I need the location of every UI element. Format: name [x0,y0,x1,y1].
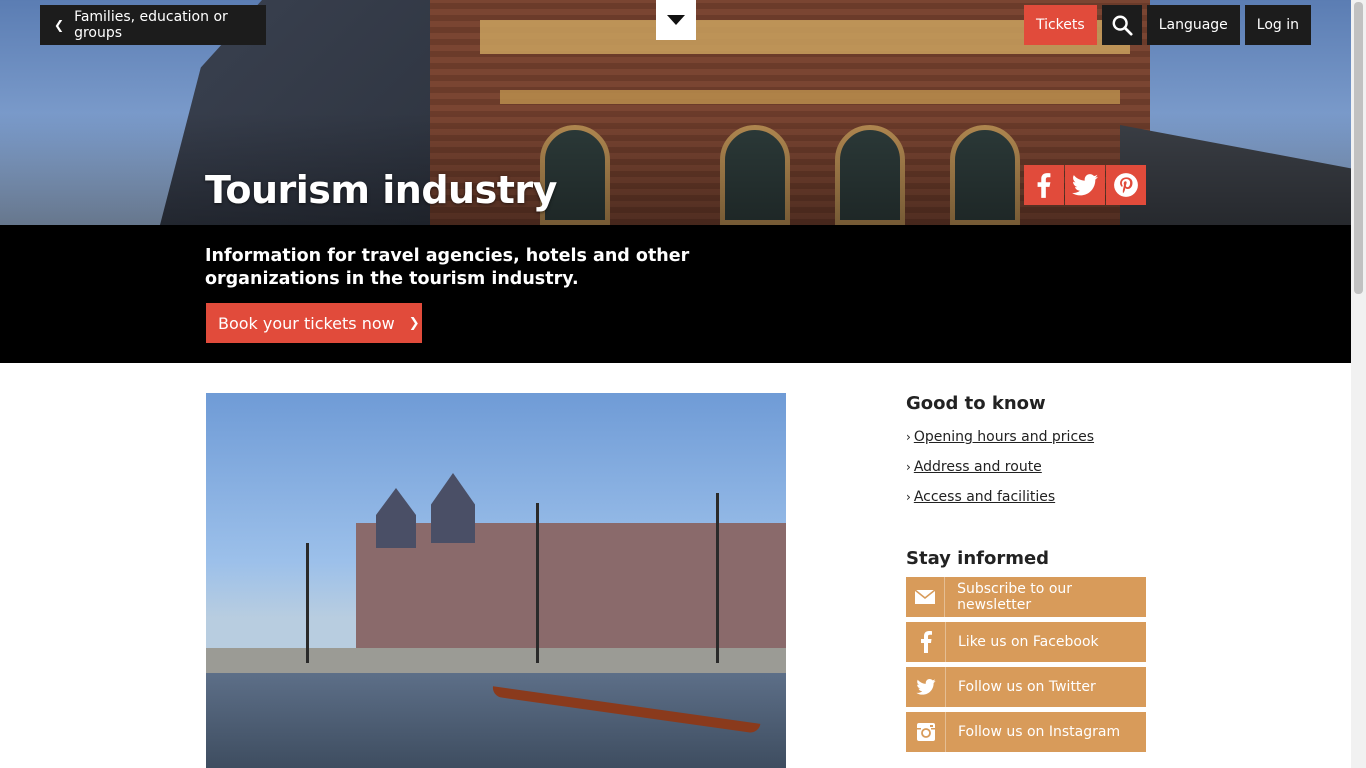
rijksmuseum-photo [206,393,786,768]
scrollbar-thumb[interactable] [1354,2,1363,294]
stay-informed-heading: Stay informed [906,548,1050,569]
top-nav: Tickets Language Log in [1023,5,1311,45]
access-facilities-link[interactable]: Access and facilities [914,489,1055,505]
search-button[interactable] [1101,5,1142,45]
facebook-follow-button[interactable]: Like us on Facebook [906,622,1146,662]
facebook-icon [1037,173,1051,198]
login-button[interactable]: Log in [1244,5,1311,45]
good-to-know-heading: Good to know [906,393,1046,414]
tickets-button[interactable]: Tickets [1023,5,1097,45]
newsletter-label: Subscribe to our newsletter [957,581,1073,613]
newsletter-button[interactable]: Subscribe to our newsletter [906,577,1146,617]
twitter-follow-button[interactable]: Follow us on Twitter [906,667,1146,707]
list-item: › Access and facilities [906,482,1146,512]
facebook-follow-label: Like us on Facebook [958,634,1099,650]
share-buttons [1024,165,1146,205]
intro-band: Information for travel agencies, hotels … [0,225,1351,363]
chevron-right-icon: › [906,460,911,474]
mail-icon [906,577,946,617]
list-item: › Address and route [906,452,1146,482]
chevron-right-icon: ❯ [408,315,420,331]
book-tickets-button[interactable]: Book your tickets now ❯ [206,303,422,343]
twitter-icon [906,667,946,707]
opening-hours-link[interactable]: Opening hours and prices [914,429,1094,445]
share-twitter-button[interactable] [1065,165,1105,205]
menu-dropdown-toggle[interactable] [656,0,696,40]
share-facebook-button[interactable] [1024,165,1064,205]
good-to-know-list: › Opening hours and prices › Address and… [906,422,1146,512]
facebook-icon [906,622,946,662]
intro-text: Information for travel agencies, hotels … [205,246,690,289]
chevron-right-icon: › [906,430,911,444]
sidebar: Good to know › Opening hours and prices … [906,393,1146,757]
page-title: Tourism industry [205,168,557,212]
book-tickets-label: Book your tickets now [218,313,395,333]
chevron-left-icon: ❮ [54,18,65,32]
address-route-link[interactable]: Address and route [914,459,1042,475]
instagram-follow-label: Follow us on Instagram [958,724,1121,740]
caret-down-icon [667,15,685,25]
twitter-icon [1072,174,1098,196]
twitter-follow-label: Follow us on Twitter [958,679,1096,695]
list-item: › Opening hours and prices [906,422,1146,452]
back-button-label: Families, education or groups [74,9,228,41]
page-scrollbar[interactable] [1351,0,1366,768]
share-pinterest-button[interactable] [1106,165,1146,205]
chevron-right-icon: › [906,490,911,504]
instagram-icon [906,712,946,752]
back-button[interactable]: ❮ Families, education or groups [40,5,266,45]
language-button[interactable]: Language [1146,5,1240,45]
pinterest-icon [1114,173,1138,197]
search-icon [1112,15,1133,36]
instagram-follow-button[interactable]: Follow us on Instagram [906,712,1146,752]
